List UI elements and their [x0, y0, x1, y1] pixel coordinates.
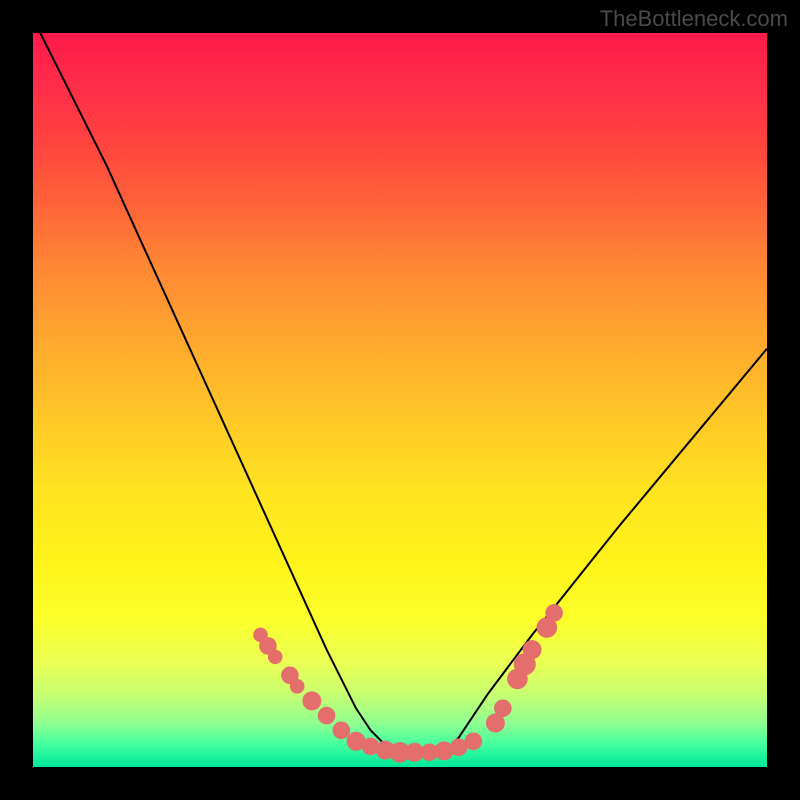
data-marker: [465, 733, 483, 751]
data-marker: [302, 691, 321, 710]
data-marker: [494, 700, 512, 718]
chart-svg: [33, 33, 767, 767]
plot-area: [33, 33, 767, 767]
data-marker: [545, 604, 563, 622]
data-marker: [523, 640, 542, 659]
data-marker: [318, 707, 336, 725]
data-marker: [290, 679, 305, 694]
marker-group: [253, 604, 563, 762]
data-marker: [333, 722, 351, 740]
watermark-text: TheBottleneck.com: [600, 6, 788, 32]
data-marker: [268, 650, 283, 665]
bottleneck-curve: [40, 33, 767, 752]
